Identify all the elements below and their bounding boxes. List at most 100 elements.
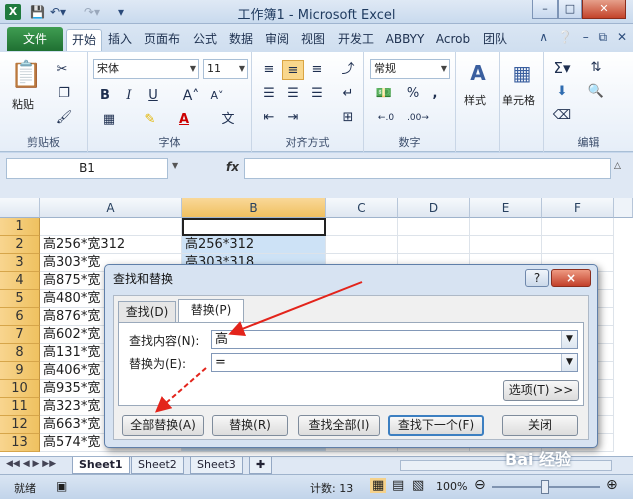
tab-replace[interactable]: 替换(P) [178,299,244,323]
page-break-view-icon[interactable]: ▧ [412,478,424,493]
tab-find[interactable]: 查找(D) [118,301,176,322]
column-header-a[interactable]: A [40,198,182,218]
close-window-button[interactable]: ✕ [582,0,626,19]
name-box-dropdown-icon[interactable]: ▼ [172,161,178,170]
cell-empty[interactable] [326,236,398,254]
find-next-button[interactable]: 查找下一个(F) [388,415,484,436]
column-header-f[interactable]: F [542,198,614,218]
align-left-icon[interactable]: ☰ [258,84,280,104]
column-header-d[interactable]: D [398,198,470,218]
zoom-level[interactable]: 100% [436,480,467,493]
sort-filter-icon[interactable]: ⇅ [584,58,608,78]
cell-a[interactable]: 高256*宽312 [40,236,182,254]
column-header-b[interactable]: B [182,198,326,218]
sheet-tab-sheet2[interactable]: Sheet2 [131,457,184,474]
orientation-icon[interactable]: ⤴ [336,60,360,80]
help-icon[interactable]: ❔ [558,30,573,44]
dialog-close-x-button[interactable]: × [551,269,591,287]
align-right-icon[interactable]: ☰ [306,84,328,104]
shrink-font-icon[interactable]: A˅ [206,86,228,106]
replace-with-dropdown-icon[interactable]: ▼ [561,354,577,371]
align-top-icon[interactable]: ≡ [258,60,280,80]
cell-empty[interactable] [326,218,398,236]
paste-button[interactable]: 粘贴 [12,96,34,112]
align-middle-icon[interactable]: ≡ [282,60,304,80]
cells-button[interactable]: 单元格 [502,92,535,108]
tab-insert[interactable]: 插入 [104,29,136,51]
select-all-corner[interactable] [0,198,40,218]
copy-icon[interactable]: ❐ [52,84,76,104]
number-format-dropdown-icon[interactable]: ▼ [441,60,447,78]
tab-page-layout[interactable]: 页面布 [138,29,186,51]
find-what-dropdown-icon[interactable]: ▼ [561,331,577,348]
sheet-tab-sheet3[interactable]: Sheet3 [190,457,243,474]
zoom-slider-thumb[interactable] [541,480,549,494]
dialog-help-button[interactable]: ? [525,269,549,287]
macro-record-icon[interactable]: ▣ [56,479,67,493]
cell-empty[interactable] [398,236,470,254]
increase-indent-icon[interactable]: ⇥ [282,108,304,128]
cells-icon[interactable]: ▦ [510,58,534,88]
decrease-indent-icon[interactable]: ⇤ [258,108,280,128]
minimize-ribbon-icon[interactable]: ∧ [539,30,548,44]
font-name-dropdown-icon[interactable]: ▼ [190,60,196,78]
cell-empty[interactable] [542,218,614,236]
insert-function-icon[interactable]: fx [226,160,239,174]
align-bottom-icon[interactable]: ≡ [306,60,328,80]
page-layout-view-icon[interactable]: ▤ [392,478,404,493]
find-select-icon[interactable]: 🔍 [584,82,608,102]
row-header[interactable]: 10 [0,380,40,398]
options-button[interactable]: 选项(T) >> [503,380,579,401]
replace-with-input[interactable]: = ▼ [211,353,578,372]
format-painter-icon[interactable]: 🖌 [52,108,76,128]
minimize-button[interactable]: – [532,0,558,19]
normal-view-icon[interactable]: ▦ [370,478,387,493]
column-header-c[interactable]: C [326,198,398,218]
tab-developer[interactable]: 开发工 [332,29,380,51]
insert-sheet-icon[interactable]: ✚ [249,457,273,474]
sheet-nav-icon[interactable]: ◀◀ ◀ ▶ ▶▶ [6,459,56,469]
font-size-combo[interactable]: 11 ▼ [203,59,248,79]
tab-file[interactable]: 文件 [7,27,63,51]
row-header[interactable]: 7 [0,326,40,344]
expand-formula-icon[interactable]: △ [614,161,621,171]
tab-team[interactable]: 团队 [478,29,512,51]
column-header-e[interactable]: E [470,198,542,218]
name-box[interactable]: B1 [6,158,168,179]
font-color-icon[interactable]: A [172,110,196,130]
replace-button[interactable]: 替换(R) [212,415,288,436]
zoom-in-icon[interactable]: ⊕ [606,477,618,493]
doc-close-icon[interactable]: ✕ [617,30,627,44]
row-header[interactable]: 8 [0,344,40,362]
cell-a[interactable] [40,218,182,236]
merge-cells-icon[interactable]: ⊞ [336,108,360,128]
grow-font-icon[interactable]: A˄ [180,86,202,106]
phonetic-icon[interactable]: 文 [216,110,240,130]
number-format-combo[interactable]: 常规 ▼ [370,59,450,79]
font-size-dropdown-icon[interactable]: ▼ [239,60,245,78]
sheet-tab-sheet1[interactable]: Sheet1 [72,457,130,474]
cut-icon[interactable]: ✂ [52,60,72,80]
autosum-icon[interactable]: Σ▾ [550,58,574,78]
currency-icon[interactable]: 💵 [372,84,396,104]
replace-all-button[interactable]: 全部替换(A) [122,415,204,436]
increase-decimal-icon[interactable]: ←.0 [372,108,400,128]
fill-color-icon[interactable]: ✎ [138,110,162,130]
row-header[interactable]: 12 [0,416,40,434]
clear-icon[interactable]: ⌫ [550,106,574,126]
zoom-out-icon[interactable]: ⊖ [474,477,486,493]
cell-b[interactable] [182,218,326,236]
tab-formulas[interactable]: 公式 [188,29,222,51]
row-header[interactable]: 6 [0,308,40,326]
cell-b[interactable]: 高256*312 [182,236,326,254]
tab-abbyy[interactable]: ABBYY [382,29,428,51]
row-header[interactable]: 13 [0,434,40,452]
tab-data[interactable]: 数据 [224,29,258,51]
align-center-icon[interactable]: ☰ [282,84,304,104]
underline-button[interactable]: U [144,86,162,106]
row-header[interactable]: 4 [0,272,40,290]
percent-button[interactable]: % [404,84,422,104]
find-all-button[interactable]: 查找全部(I) [298,415,380,436]
tab-acrobat[interactable]: Acrob [430,29,476,51]
paste-icon[interactable]: 📋 [10,58,42,92]
